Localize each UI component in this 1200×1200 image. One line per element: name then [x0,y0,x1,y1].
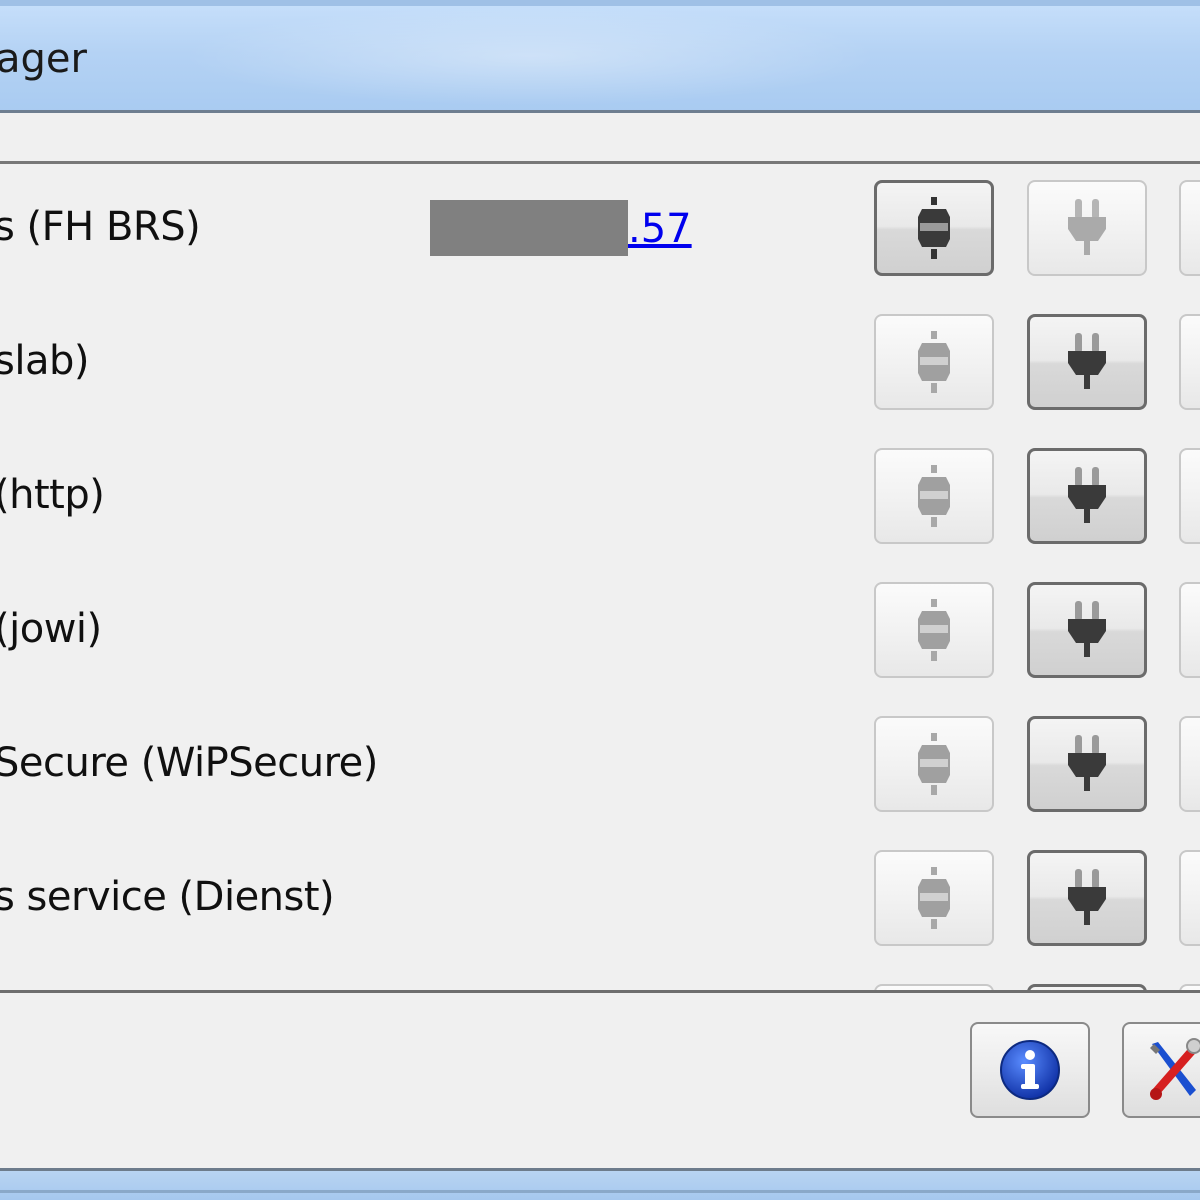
connection-name: s service (Dienst) [0,874,335,920]
connect-button[interactable] [874,314,994,410]
connection-name: slab) [0,338,89,384]
info-icon [1000,1040,1060,1100]
list-bottom-border [0,990,1200,993]
connection-row: Secure (WiPSecure) [0,700,1200,834]
toolbar-area [0,113,1200,161]
connection-row: slab) [0,298,1200,432]
disconnect-button[interactable] [1027,850,1147,946]
connection-name: (http) [0,472,105,518]
unconnected-plug-icon [918,733,950,795]
disconnect-button[interactable] [1027,180,1147,276]
connection-row: (http) [0,432,1200,566]
settings-button[interactable] [1179,716,1200,812]
connect-button[interactable] [874,716,994,812]
unplugged-icon [1068,467,1106,523]
unplugged-icon [1068,869,1106,925]
redacted-ip-block [430,200,628,256]
unconnected-plug-icon [918,867,950,929]
unplugged-icon [1068,601,1106,657]
connect-button[interactable] [874,582,994,678]
unplugged-icon [1068,735,1106,791]
unconnected-plug-icon [918,465,950,527]
settings-button[interactable] [1179,448,1200,544]
tools-icon [1150,1038,1200,1100]
connect-button[interactable] [874,180,994,276]
connection-name: Secure (WiPSecure) [0,740,378,786]
info-button[interactable] [970,1022,1090,1118]
connection-row: (jowi) [0,566,1200,700]
connection-row: s (FH BRS) .57 [0,164,1200,298]
unplugged-icon [1068,333,1106,389]
disconnect-button[interactable] [1027,314,1147,410]
window-title: ager [0,36,87,82]
settings-button[interactable] [1179,180,1200,276]
connection-name: (jowi) [0,606,102,652]
connect-button[interactable] [874,850,994,946]
connect-button[interactable] [874,448,994,544]
unplugged-icon [1068,199,1106,255]
window-bottom-frame [0,1168,1200,1200]
ip-address-link[interactable]: .57 [628,206,692,252]
connected-plug-icon [918,197,950,259]
connection-name: s (FH BRS) [0,204,201,250]
title-bar: ager [0,0,1200,112]
disconnect-button[interactable] [1027,448,1147,544]
connection-row-partial [0,968,1200,990]
connection-list: s (FH BRS) .57 slab) (http) (jowi) Secur… [0,164,1200,990]
unconnected-plug-icon [918,599,950,661]
settings-button[interactable] [1179,582,1200,678]
settings-button[interactable] [1179,314,1200,410]
settings-button[interactable] [1179,850,1200,946]
connection-row: s service (Dienst) [0,834,1200,968]
disconnect-button[interactable] [1027,582,1147,678]
unconnected-plug-icon [918,331,950,393]
window-bottom-frame-line [0,1190,1200,1193]
title-bar-glare [180,6,880,106]
disconnect-button[interactable] [1027,716,1147,812]
tools-button[interactable] [1122,1022,1200,1118]
